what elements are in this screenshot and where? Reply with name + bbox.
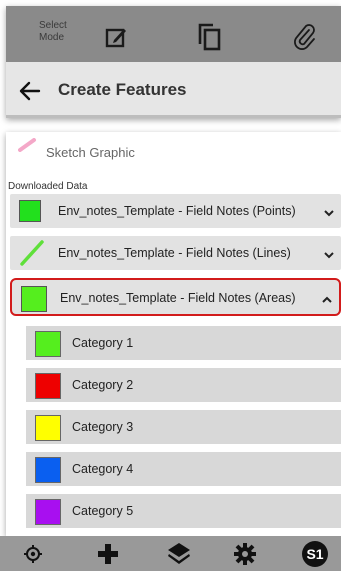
green-square-icon	[19, 200, 41, 222]
category-swatch-icon	[35, 415, 61, 441]
template-label: Env_notes_Template - Field Notes (Points…	[58, 204, 296, 218]
chevron-down-icon[interactable]	[323, 247, 335, 265]
layers-icon[interactable]	[166, 541, 192, 571]
category-swatch-icon	[35, 331, 61, 357]
add-icon[interactable]	[96, 542, 120, 571]
category-label: Category 5	[72, 504, 134, 518]
category-row[interactable]: Category 5	[26, 494, 341, 528]
category-label: Category 2	[72, 378, 134, 392]
back-arrow-icon[interactable]	[19, 81, 41, 106]
category-label: Category 4	[72, 462, 134, 476]
category-row[interactable]: Category 2	[26, 368, 341, 402]
chevron-up-icon[interactable]	[321, 292, 333, 310]
category-swatch-icon	[35, 457, 61, 483]
green-line-icon	[19, 239, 45, 272]
category-row[interactable]: Category 1	[26, 326, 341, 360]
section-label: Downloaded Data	[8, 181, 88, 192]
bottom-navigation-bar: S1	[0, 536, 341, 571]
copy-icon[interactable]	[196, 22, 222, 57]
sketch-icon	[18, 138, 38, 157]
category-row[interactable]: Category 4	[26, 452, 341, 486]
template-row-lines[interactable]: Env_notes_Template - Field Notes (Lines)	[10, 236, 341, 270]
category-swatch-icon	[35, 373, 61, 399]
category-row[interactable]: Category 3	[26, 410, 341, 444]
top-card: Select Mode Create Features	[6, 6, 341, 118]
green-square-icon	[21, 286, 47, 312]
target-icon[interactable]	[23, 544, 43, 569]
attachment-icon[interactable]	[293, 22, 317, 55]
sketch-graphic-label: Sketch Graphic	[46, 145, 135, 160]
template-label: Env_notes_Template - Field Notes (Lines)	[58, 246, 291, 260]
create-features-panel: Sketch Graphic Downloaded Data Env_notes…	[6, 132, 341, 536]
category-label: Category 3	[72, 420, 134, 434]
create-features-header: Create Features	[6, 62, 341, 118]
template-row-areas[interactable]: Env_notes_Template - Field Notes (Areas)	[10, 278, 341, 316]
chevron-down-icon[interactable]	[323, 205, 335, 223]
category-swatch-icon	[35, 499, 61, 525]
template-label: Env_notes_Template - Field Notes (Areas)	[60, 291, 296, 305]
settings-icon[interactable]	[233, 542, 257, 571]
page-title: Create Features	[58, 80, 187, 99]
category-label: Category 1	[72, 336, 134, 350]
svg-text:S1: S1	[306, 546, 323, 562]
sketch-graphic-row[interactable]: Sketch Graphic	[6, 132, 341, 172]
s1-logo-icon[interactable]: S1	[300, 539, 330, 571]
select-mode-button[interactable]: Select Mode	[39, 20, 79, 44]
template-row-points[interactable]: Env_notes_Template - Field Notes (Points…	[10, 194, 341, 228]
toolbar: Select Mode	[6, 6, 341, 62]
edit-icon[interactable]	[104, 26, 128, 55]
